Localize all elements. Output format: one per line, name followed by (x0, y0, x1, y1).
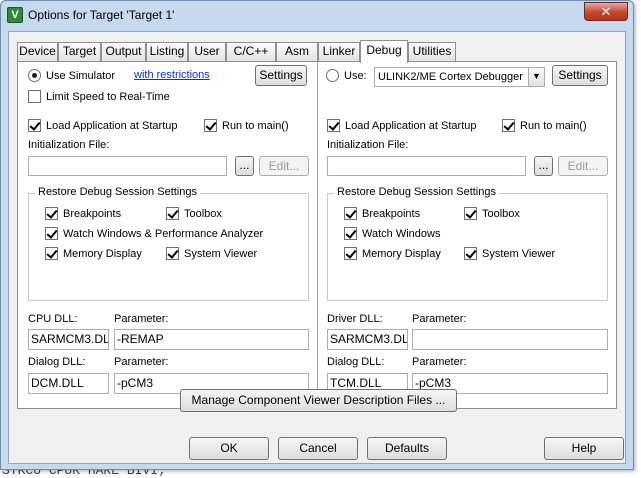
r-breakpoints-label: Breakpoints (362, 208, 421, 220)
title-bar[interactable]: V Options for Target 'Target 1' ✕ (1, 1, 633, 31)
r-load-app-label: Load Application at Startup (345, 120, 477, 132)
init-file-edit-button[interactable]: Edit... (259, 156, 309, 176)
tab-device[interactable]: Device (17, 42, 58, 61)
r-memory-display-label: Memory Display (362, 248, 441, 260)
init-file-label: Initialization File: (28, 139, 110, 151)
r-load-app-checkbox[interactable] (327, 119, 340, 132)
simulator-settings-button[interactable]: Settings (255, 65, 307, 86)
debugger-settings-button[interactable]: Settings (552, 65, 608, 86)
tab-strip: Device Target Output Listing User C/C++ … (17, 40, 617, 63)
cpu-param-input[interactable]: -REMAP (114, 329, 309, 350)
use-debugger-label: Use: (344, 70, 367, 82)
breakpoints-label: Breakpoints (63, 208, 122, 220)
cpu-dll-input[interactable]: SARMCM3.DLL (28, 329, 109, 350)
defaults-button[interactable]: Defaults (367, 437, 447, 460)
r-dialog-dll-label: Dialog DLL: (327, 356, 385, 368)
dialog-dll-input[interactable]: DCM.DLL (28, 373, 109, 394)
r-system-viewer-checkbox[interactable] (464, 247, 477, 260)
driver-dll-input[interactable]: SARMCM3.DLL (327, 329, 408, 350)
toolbox-label: Toolbox (184, 208, 222, 220)
r-init-file-edit-button[interactable]: Edit... (558, 156, 608, 176)
cpu-dll-label: CPU DLL: (28, 313, 78, 325)
r-init-file-label: Initialization File: (327, 139, 409, 151)
tab-asm[interactable]: Asm (276, 42, 318, 61)
manage-component-viewer-button[interactable]: Manage Component Viewer Description File… (180, 389, 457, 412)
r-system-viewer-label: System Viewer (482, 248, 556, 260)
dialog-dll-label: Dialog DLL: (28, 356, 86, 368)
r-watch-windows-checkbox[interactable] (344, 227, 357, 240)
tab-output[interactable]: Output (101, 42, 146, 61)
ok-button[interactable]: OK (189, 437, 269, 460)
use-debugger-radio[interactable] (326, 69, 339, 82)
r-toolbox-checkbox[interactable] (464, 207, 477, 220)
tab-debug[interactable]: Debug (360, 40, 408, 63)
r-toolbox-label: Toolbox (482, 208, 520, 220)
watch-windows-label: Watch Windows & Performance Analyzer (63, 228, 264, 240)
r-watch-windows-label: Watch Windows (362, 228, 441, 240)
use-simulator-label: Use Simulator (46, 70, 116, 82)
system-viewer-checkbox[interactable] (166, 247, 179, 260)
tab-target[interactable]: Target (58, 42, 101, 61)
keil-app-icon: V (7, 7, 23, 23)
r-run-to-main-label: Run to main() (520, 120, 587, 132)
driver-dll-label: Driver DLL: (327, 313, 383, 325)
watch-windows-checkbox[interactable] (45, 227, 58, 240)
r-run-to-main-checkbox[interactable] (502, 119, 515, 132)
dialog-client: Device Target Output Listing User C/C++ … (8, 31, 626, 464)
memory-display-checkbox[interactable] (45, 247, 58, 260)
tab-cc[interactable]: C/C++ (226, 42, 276, 61)
restore-settings-legend: Restore Debug Session Settings (35, 186, 200, 198)
init-file-input[interactable] (28, 156, 227, 176)
tab-linker[interactable]: Linker (318, 42, 360, 61)
dialog-param-label: Parameter: (114, 356, 169, 368)
toolbox-checkbox[interactable] (166, 207, 179, 220)
init-file-browse-button[interactable]: ... (235, 156, 254, 176)
r-dialog-param-label: Parameter: (412, 356, 467, 368)
limit-speed-checkbox[interactable] (28, 90, 41, 103)
close-button[interactable]: ✕ (584, 2, 628, 21)
run-to-main-checkbox[interactable] (204, 119, 217, 132)
system-viewer-label: System Viewer (184, 248, 258, 260)
breakpoints-checkbox[interactable] (45, 207, 58, 220)
limit-speed-label: Limit Speed to Real-Time (46, 91, 170, 103)
r-restore-settings-group: Restore Debug Session Settings Breakpoin… (327, 186, 608, 301)
tab-listing[interactable]: Listing (146, 42, 188, 61)
r-breakpoints-checkbox[interactable] (344, 207, 357, 220)
load-app-label: Load Application at Startup (46, 120, 178, 132)
tab-user[interactable]: User (188, 42, 226, 61)
r-init-file-browse-button[interactable]: ... (534, 156, 553, 176)
cpu-param-label: Parameter: (114, 313, 169, 325)
r-restore-settings-legend: Restore Debug Session Settings (334, 186, 499, 198)
chevron-down-icon[interactable]: ▼ (528, 68, 544, 86)
tab-utilities[interactable]: Utilities (408, 42, 456, 61)
memory-display-label: Memory Display (63, 248, 142, 260)
use-simulator-radio[interactable] (28, 69, 41, 82)
help-button[interactable]: Help (544, 437, 624, 460)
r-memory-display-checkbox[interactable] (344, 247, 357, 260)
driver-param-input[interactable] (412, 329, 608, 350)
load-app-checkbox[interactable] (28, 119, 41, 132)
restore-settings-group: Restore Debug Session Settings Breakpoin… (28, 186, 309, 301)
debugger-select[interactable]: ULINK2/ME Cortex Debugger ▼ (374, 67, 545, 87)
options-dialog: V Options for Target 'Target 1' ✕ Device… (0, 0, 634, 470)
column-divider (317, 62, 318, 408)
run-to-main-label: Run to main() (222, 120, 289, 132)
r-init-file-input[interactable] (327, 156, 526, 176)
with-restrictions-link[interactable]: with restrictions (134, 69, 210, 82)
debugger-select-value: ULINK2/ME Cortex Debugger (378, 71, 523, 83)
close-icon: ✕ (600, 4, 612, 19)
debug-panel: Use Simulator with restrictions Settings… (17, 61, 617, 409)
cancel-button[interactable]: Cancel (278, 437, 358, 460)
driver-param-label: Parameter: (412, 313, 467, 325)
window-title: Options for Target 'Target 1' (28, 8, 175, 22)
